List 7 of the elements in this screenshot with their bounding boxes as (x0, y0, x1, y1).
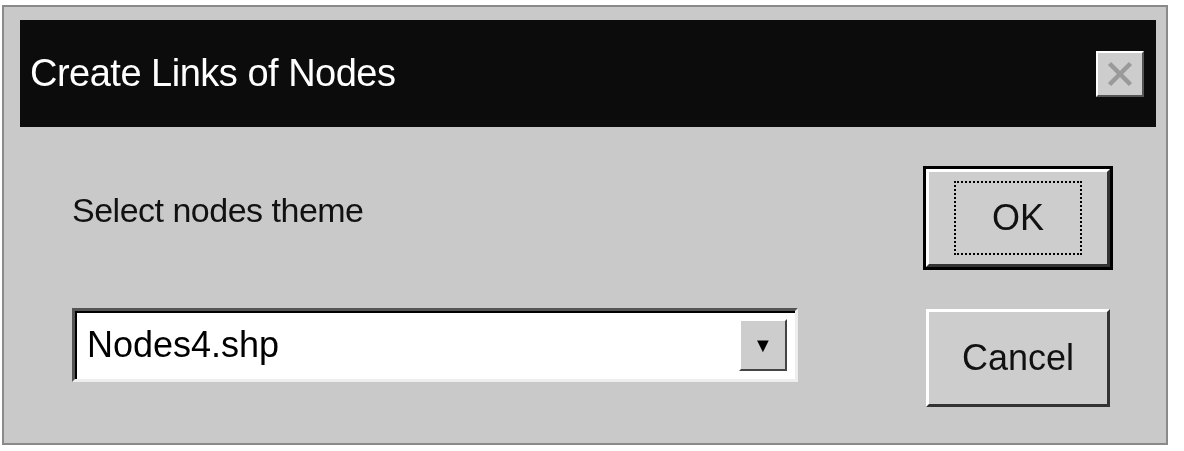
dialog-button[interactable]: Cancel (926, 309, 1110, 407)
dropdown-arrow-button[interactable]: ▼ (739, 319, 787, 371)
theme-dropdown[interactable]: Nodes4.shp ▼ (72, 308, 798, 382)
field-label: Select nodes theme (72, 191, 365, 230)
window-title: Create Links of Nodes (30, 52, 396, 95)
dropdown-value: Nodes4.shp (87, 324, 280, 366)
dialog-button[interactable]: OK (926, 169, 1110, 267)
